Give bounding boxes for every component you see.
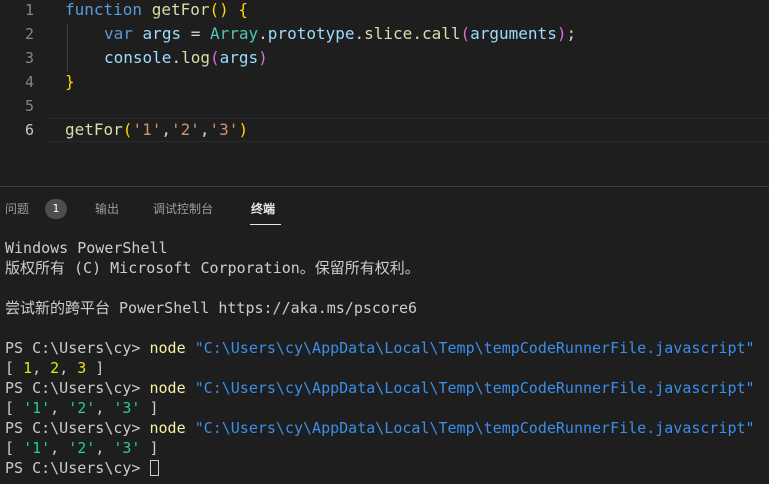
terminal-output-line: [ '1', '2', '3' ] xyxy=(5,439,159,457)
terminal-output-line: [ '1', '2', '3' ] xyxy=(5,399,159,417)
tab-output[interactable]: 输出 xyxy=(95,201,119,217)
code-text[interactable]: var args = Array.prototype.slice.call(ar… xyxy=(104,22,576,46)
code-text[interactable]: getFor('1','2','3') xyxy=(65,118,248,142)
line-number: 3 xyxy=(24,49,34,67)
editor-line-4[interactable]: 4 } xyxy=(0,70,769,94)
panel-tabs: 问题 1 输出 调试控制台 终端 xyxy=(0,187,769,231)
terminal-line: Windows PowerShell xyxy=(5,239,168,257)
terminal-command-line: PS C:\Users\cy> node "C:\Users\cy\AppDat… xyxy=(5,419,755,437)
editor-line-2[interactable]: 2 var args = Array.prototype.slice.call(… xyxy=(0,22,769,46)
line-number: 5 xyxy=(24,97,34,115)
editor-line-3[interactable]: 3 console.log(args) xyxy=(0,46,769,70)
terminal-command-line: PS C:\Users\cy> node "C:\Users\cy\AppDat… xyxy=(5,379,755,397)
editor-line-1[interactable]: 1 function getFor() { xyxy=(0,0,769,22)
line-number: 6 xyxy=(24,121,34,139)
code-text[interactable]: function getFor() { xyxy=(65,0,248,22)
problems-count-badge: 1 xyxy=(45,199,67,219)
line-number: 1 xyxy=(24,1,34,19)
line-number: 4 xyxy=(24,73,34,91)
terminal-output-line: [ 1, 2, 3 ] xyxy=(5,359,105,377)
active-tab-indicator xyxy=(250,224,281,225)
tab-problems[interactable]: 问题 xyxy=(5,201,29,217)
terminal-cursor xyxy=(149,460,159,476)
editor-line-6[interactable]: 6 getFor('1','2','3') xyxy=(0,118,769,142)
bottom-panel: 问题 1 输出 调试控制台 终端 Windows PowerShell 版权所有… xyxy=(0,186,769,484)
code-text[interactable]: console.log(args) xyxy=(104,46,268,70)
tab-debug-console[interactable]: 调试控制台 xyxy=(153,201,213,217)
terminal-prompt-line[interactable]: PS C:\Users\cy> xyxy=(5,458,159,478)
terminal-line: 尝试新的跨平台 PowerShell https://aka.ms/pscore… xyxy=(5,299,418,317)
terminal-command-line: PS C:\Users\cy> node "C:\Users\cy\AppDat… xyxy=(5,339,755,357)
editor-line-5[interactable]: 5 xyxy=(0,94,769,118)
code-editor[interactable]: 1 function getFor() { 2 var args = Array… xyxy=(0,0,769,186)
tab-terminal[interactable]: 终端 xyxy=(251,201,275,217)
terminal-line: 版权所有 (C) Microsoft Corporation。保留所有权利。 xyxy=(5,259,420,277)
line-number: 2 xyxy=(24,25,34,43)
code-text[interactable]: } xyxy=(65,70,75,94)
